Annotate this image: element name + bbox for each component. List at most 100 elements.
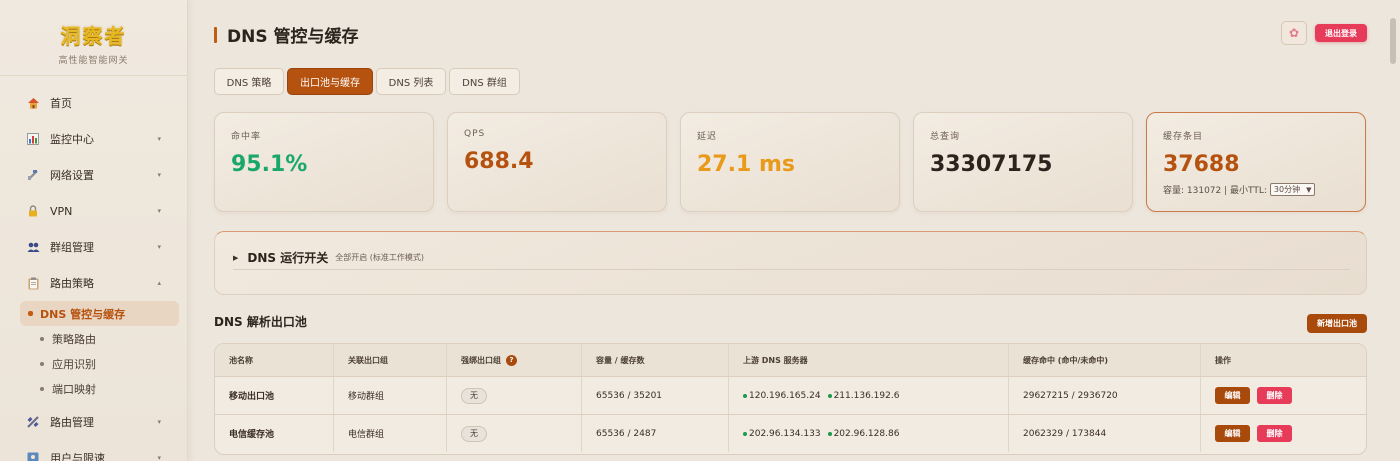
pool-actions: 编辑 删除 bbox=[1201, 377, 1366, 414]
pool-group: 电信群组 bbox=[334, 415, 447, 452]
main-content: DNS 管控与缓存 ✿ 退出登录 DNS 策略 出口池与缓存 DNS 列表 DN… bbox=[188, 0, 1400, 461]
sidebar-nav: 首页 监控中心 ▾ 网络设置 ▾ VPN ▾ 群组管理 ▾ 路由策略 ▴ DNS… bbox=[0, 76, 187, 461]
status-dot-icon bbox=[743, 431, 747, 436]
table-row: 移动出口池 移动群组 无 65536 / 35201 120.196.165.2… bbox=[215, 376, 1366, 414]
column-header: 缓存命中 (命中/未命中) bbox=[1009, 344, 1201, 376]
edit-button[interactable]: 编辑 bbox=[1215, 425, 1250, 442]
status-dot-icon bbox=[743, 393, 747, 398]
tab-pool-cache[interactable]: 出口池与缓存 bbox=[287, 68, 373, 95]
help-icon[interactable]: ? bbox=[506, 354, 517, 366]
stat-card-cache-entries: 缓存条目 37688 容量: 131072 | 最小TTL: 30分钟 ▼ bbox=[1146, 112, 1366, 212]
chevron-down-icon: ▾ bbox=[157, 171, 161, 179]
pool-hits: 2062329 / 173844 bbox=[1009, 415, 1201, 452]
stat-label: 命中率 bbox=[231, 132, 262, 142]
stat-value: 33307175 bbox=[930, 152, 1053, 177]
clipboard-icon bbox=[26, 276, 40, 290]
sidebar: 洞察者 高性能智能网关 首页 监控中心 ▾ 网络设置 ▾ VPN ▾ 群组管理 … bbox=[0, 0, 188, 461]
chevron-down-icon: ▼ bbox=[1306, 185, 1312, 194]
status-dot-icon bbox=[827, 393, 832, 398]
sidebar-item-route-management[interactable]: 路由管理 ▾ bbox=[0, 404, 187, 440]
ttl-select[interactable]: 30分钟 ▼ bbox=[1269, 183, 1316, 196]
pool-name: 电信缓存池 bbox=[215, 415, 334, 452]
dot-icon bbox=[40, 361, 44, 366]
sidebar-item-monitor[interactable]: 监控中心 ▾ bbox=[0, 121, 187, 157]
flower-icon: ✿ bbox=[1288, 26, 1300, 40]
sidebar-subitem-label: DNS 管控与缓存 bbox=[40, 307, 126, 321]
chevron-down-icon: ▾ bbox=[157, 135, 161, 143]
sidebar-subitem-policy-routing[interactable]: 策略路由 bbox=[20, 326, 187, 351]
sidebar-item-routing-policy[interactable]: 路由策略 ▴ bbox=[0, 265, 187, 301]
tab-dns-groups[interactable]: DNS 群组 bbox=[449, 68, 520, 95]
dns-toggle-panel: ▶ DNS 运行开关 全部开启 (标准工作模式) bbox=[214, 231, 1367, 295]
pool-servers: 202.96.134.133 202.96.128.86 bbox=[729, 415, 1009, 452]
sidebar-subitem-port-mapping[interactable]: 端口映射 bbox=[20, 376, 187, 401]
pool-table: 池名称 关联出口组 强绑出口组 ? 容量 / 缓存数 上游 DNS 服务器 缓存… bbox=[214, 343, 1367, 455]
pool-actions: 编辑 删除 bbox=[1201, 415, 1366, 452]
add-pool-button[interactable]: 新增出口池 bbox=[1307, 314, 1367, 333]
column-header: 关联出口组 bbox=[334, 344, 447, 376]
pool-servers: 120.196.165.24 211.136.192.6 bbox=[729, 377, 1009, 414]
pool-capacity: 65536 / 35201 bbox=[582, 377, 729, 414]
stat-label: 总查询 bbox=[930, 132, 961, 142]
stat-label: 缓存条目 bbox=[1163, 132, 1204, 142]
pool-bind-cell: 无 bbox=[447, 377, 582, 414]
sidebar-item-groups[interactable]: 群组管理 ▾ bbox=[0, 229, 187, 265]
sidebar-item-label: VPN bbox=[50, 204, 73, 218]
theme-button[interactable]: ✿ bbox=[1281, 21, 1307, 45]
tab-bar: DNS 策略 出口池与缓存 DNS 列表 DNS 群组 bbox=[214, 68, 520, 95]
sidebar-subitem-dns[interactable]: DNS 管控与缓存 bbox=[20, 301, 179, 326]
column-header: 强绑出口组 ? bbox=[447, 344, 582, 376]
chevron-down-icon: ▾ bbox=[157, 454, 161, 461]
sidebar-subitem-label: 应用识别 bbox=[52, 357, 96, 371]
sidebar-item-label: 网络设置 bbox=[50, 169, 94, 182]
sidebar-item-label: 首页 bbox=[50, 97, 72, 110]
sidebar-item-users[interactable]: 用户与限速 ▾ bbox=[0, 440, 187, 461]
stat-label: QPS bbox=[464, 129, 486, 139]
sidebar-subitem-app-recognition[interactable]: 应用识别 bbox=[20, 351, 187, 376]
logout-button[interactable]: 退出登录 bbox=[1315, 24, 1367, 42]
sidebar-subitem-label: 端口映射 bbox=[52, 382, 96, 396]
brand: 洞察者 高性能智能网关 bbox=[0, 0, 187, 76]
sidebar-item-label: 路由策略 bbox=[50, 277, 94, 290]
dns-toggle-subtitle: 全部开启 (标准工作模式) bbox=[335, 253, 425, 262]
sidebar-item-vpn[interactable]: VPN ▾ bbox=[0, 193, 187, 229]
table-row: 电信缓存池 电信群组 无 65536 / 2487 202.96.134.133… bbox=[215, 414, 1366, 452]
stat-value: 37688 bbox=[1163, 152, 1240, 177]
stat-label: 延迟 bbox=[697, 132, 718, 142]
dns-toggle-header[interactable]: ▶ DNS 运行开关 全部开启 (标准工作模式) bbox=[233, 249, 424, 266]
stat-value: 95.1% bbox=[231, 152, 308, 177]
lock-icon bbox=[26, 204, 40, 218]
satellite-icon bbox=[26, 168, 40, 182]
tab-dns-policy[interactable]: DNS 策略 bbox=[214, 68, 284, 95]
tab-dns-list[interactable]: DNS 列表 bbox=[376, 68, 446, 95]
column-header: 操作 bbox=[1215, 355, 1231, 365]
dot-icon bbox=[40, 386, 44, 391]
delete-button[interactable]: 删除 bbox=[1257, 425, 1292, 442]
sidebar-item-network[interactable]: 网络设置 ▾ bbox=[0, 157, 187, 193]
table-header-row: 池名称 关联出口组 强绑出口组 ? 容量 / 缓存数 上游 DNS 服务器 缓存… bbox=[215, 344, 1366, 376]
sidebar-item-label: 群组管理 bbox=[50, 241, 94, 254]
delete-button[interactable]: 删除 bbox=[1257, 387, 1292, 404]
stat-card-total-queries: 总查询 33307175 bbox=[913, 112, 1133, 212]
sidebar-item-home[interactable]: 首页 bbox=[0, 85, 187, 121]
sidebar-item-label: 路由管理 bbox=[50, 416, 94, 429]
pool-capacity: 65536 / 2487 bbox=[582, 415, 729, 452]
stat-cards: 命中率 95.1% QPS 688.4 延迟 27.1 ms 总查询 33307… bbox=[214, 112, 1366, 212]
server-address: 202.96.134.133 bbox=[749, 428, 821, 439]
sidebar-item-label: 监控中心 bbox=[50, 133, 94, 146]
cache-capacity-row: 容量: 131072 | 最小TTL: 30分钟 ▼ bbox=[1163, 183, 1349, 196]
stat-value: 688.4 bbox=[464, 149, 534, 174]
edit-button[interactable]: 编辑 bbox=[1215, 387, 1250, 404]
scrollbar[interactable] bbox=[1390, 18, 1396, 64]
column-header: 容量 / 缓存数 bbox=[582, 344, 729, 376]
pool-group: 移动群组 bbox=[334, 377, 447, 414]
column-header-label: 强绑出口组 bbox=[461, 355, 501, 365]
bind-badge: 无 bbox=[461, 425, 487, 442]
bind-badge: 无 bbox=[461, 387, 487, 404]
divider bbox=[233, 269, 1350, 270]
ttl-select-value: 30分钟 bbox=[1273, 185, 1301, 194]
status-dot-icon bbox=[827, 431, 832, 436]
server-entry: 211.136.192.6 bbox=[827, 391, 899, 401]
stat-value: 27.1 ms bbox=[697, 152, 795, 177]
stat-card-latency: 延迟 27.1 ms bbox=[680, 112, 900, 212]
